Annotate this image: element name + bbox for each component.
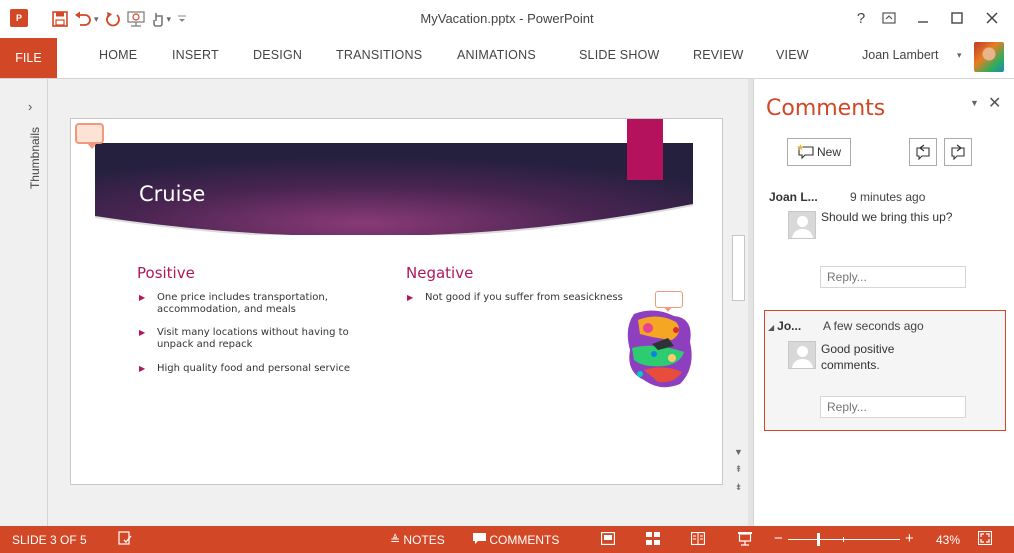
notes-icon: ≜	[390, 533, 401, 547]
zoom-out-button[interactable]: −	[774, 530, 783, 547]
slide-canvas[interactable]: Cruise Positive One price includes trans…	[70, 118, 723, 485]
comments-pane: Comments ▼ ✕ New Joan L... 9 minutes ago…	[753, 79, 1014, 527]
slide-comment-marker-icon[interactable]	[75, 123, 104, 149]
tab-review[interactable]: REVIEW	[693, 48, 744, 62]
thumbnails-pane-collapsed[interactable]: › Thumbnails	[0, 79, 48, 527]
tab-home[interactable]: HOME	[99, 48, 137, 62]
tab-insert[interactable]: INSERT	[172, 48, 219, 62]
start-from-beginning-icon[interactable]	[126, 8, 145, 30]
quick-access-toolbar: ▾ ▾	[52, 8, 193, 30]
user-avatar[interactable]	[974, 42, 1004, 72]
slide-show-icon[interactable]	[738, 532, 752, 549]
cruise-clipart-image[interactable]	[624, 308, 696, 390]
comment-timestamp: 9 minutes ago	[850, 190, 926, 204]
redo-icon[interactable]	[105, 8, 121, 30]
maximize-icon[interactable]	[944, 7, 970, 29]
touch-mode-dropdown-icon[interactable]: ▾	[167, 14, 172, 25]
negative-heading[interactable]: Negative	[406, 264, 473, 282]
previous-comment-icon	[916, 144, 930, 160]
comment-timestamp: A few seconds ago	[823, 319, 924, 333]
slide-indicator[interactable]: SLIDE 3 OF 5	[12, 533, 87, 547]
slide-sorter-icon[interactable]	[646, 532, 660, 548]
zoom-in-button[interactable]: +	[905, 530, 914, 547]
slide-vertical-scrollbar[interactable]: ▼ ⇞ ⇟	[730, 95, 747, 501]
ribbon-display-options-icon[interactable]	[876, 7, 902, 29]
save-icon[interactable]	[52, 8, 68, 30]
undo-dropdown-icon[interactable]: ▾	[94, 14, 99, 25]
slide-title[interactable]: Cruise	[139, 182, 205, 206]
collapse-thread-icon[interactable]: ◢	[768, 323, 774, 332]
pane-options-icon[interactable]: ▼	[970, 98, 979, 108]
title-bar: P ▾ ▾ MyVacation.pptx - PowerPoint ?	[0, 0, 1014, 38]
status-bar: SLIDE 3 OF 5 ≜ NOTES COMMENTS − + 43%	[0, 526, 1014, 553]
tab-file[interactable]: FILE	[0, 38, 57, 78]
comment-text[interactable]: Should we bring this up?	[821, 209, 971, 225]
slide-comment-marker-icon[interactable]	[655, 291, 683, 312]
spelling-check-icon[interactable]	[118, 531, 132, 548]
comments-icon	[473, 533, 486, 544]
positive-heading[interactable]: Positive	[137, 264, 195, 282]
reading-view-icon[interactable]	[690, 531, 706, 548]
positive-bullet[interactable]: Visit many locations without having to u…	[139, 327, 384, 351]
comment-avatar	[788, 211, 816, 239]
slide-editor: Cruise Positive One price includes trans…	[48, 79, 748, 527]
signed-in-user-name[interactable]: Joan Lambert	[862, 48, 938, 62]
reply-input[interactable]	[820, 396, 966, 418]
next-comment-icon	[951, 144, 965, 160]
tab-slide-show[interactable]: SLIDE SHOW	[579, 48, 660, 62]
comment-author: ◢ Jo...	[768, 319, 802, 333]
new-comment-button[interactable]: New	[787, 138, 851, 166]
tab-design[interactable]: DESIGN	[253, 48, 302, 62]
powerpoint-app-icon[interactable]: P	[10, 9, 28, 27]
comment-text[interactable]: Good positive comments.	[821, 341, 921, 373]
positive-bullet[interactable]: High quality food and personal service	[139, 363, 399, 375]
thumbnails-label[interactable]: Thumbnails	[28, 127, 42, 189]
scrollbar-thumb[interactable]	[732, 235, 745, 301]
comments-pane-title: Comments	[766, 96, 886, 121]
normal-view-icon[interactable]	[600, 531, 616, 548]
previous-slide-icon[interactable]: ⇞	[730, 461, 747, 477]
scroll-down-icon[interactable]: ▼	[730, 444, 747, 460]
comments-label: COMMENTS	[489, 533, 560, 547]
help-icon[interactable]: ?	[848, 7, 874, 29]
account-dropdown-icon[interactable]: ▾	[957, 50, 962, 61]
comments-button[interactable]: COMMENTS	[473, 533, 559, 547]
zoom-slider-midpoint	[843, 537, 844, 542]
fit-slide-to-window-icon[interactable]	[977, 530, 993, 548]
undo-icon[interactable]: ▾	[74, 8, 99, 30]
previous-comment-button[interactable]	[909, 138, 937, 166]
touch-mouse-mode-icon[interactable]: ▾	[151, 8, 172, 30]
next-comment-button[interactable]	[944, 138, 972, 166]
customize-qat-icon[interactable]	[177, 8, 187, 30]
next-slide-icon[interactable]: ⇟	[730, 479, 747, 495]
zoom-level[interactable]: 43%	[936, 533, 960, 547]
comment-author: Joan L...	[769, 190, 818, 204]
notes-label: NOTES	[403, 533, 445, 547]
negative-bullet[interactable]: Not good if you suffer from seasickness	[407, 292, 667, 304]
expand-thumbnails-icon[interactable]: ›	[28, 99, 32, 114]
work-area: › Thumbnails Cruise Positive One price i	[0, 78, 1014, 527]
close-pane-icon[interactable]: ✕	[988, 93, 1001, 113]
tab-transitions[interactable]: TRANSITIONS	[336, 48, 422, 62]
new-comment-label: New	[816, 145, 841, 159]
tab-view[interactable]: VIEW	[776, 48, 809, 62]
notes-button[interactable]: ≜ NOTES	[390, 533, 445, 547]
comment-avatar	[788, 341, 816, 369]
new-comment-icon	[797, 144, 814, 160]
reply-input[interactable]	[820, 266, 966, 288]
tab-animations[interactable]: ANIMATIONS	[457, 48, 536, 62]
positive-bullet[interactable]: One price includes transportation, accom…	[139, 292, 369, 316]
minimize-icon[interactable]	[910, 7, 936, 29]
zoom-slider-track[interactable]	[788, 539, 900, 540]
title-accent-bar	[627, 119, 663, 180]
zoom-slider-thumb[interactable]	[817, 533, 820, 546]
close-window-icon[interactable]	[979, 7, 1005, 29]
